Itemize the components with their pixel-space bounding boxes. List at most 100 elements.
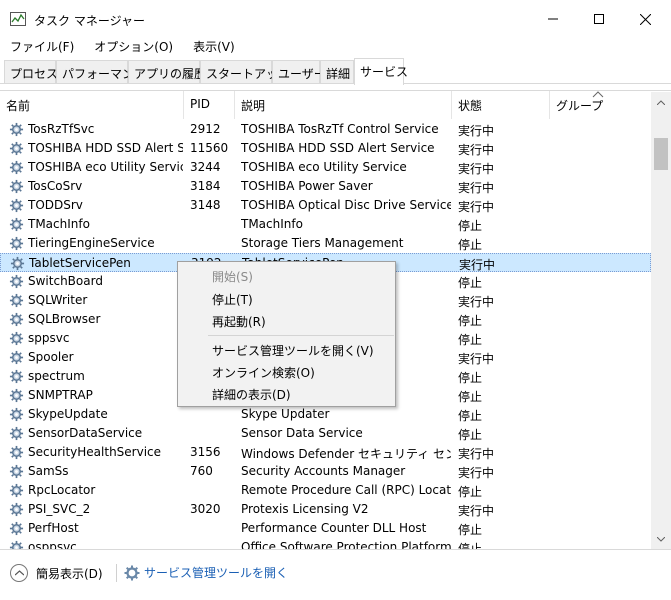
- table-row[interactable]: PSI_SVC_2 3020 Protexis Licensing V2 実行中: [0, 500, 651, 519]
- column-header-status[interactable]: 状態: [452, 91, 550, 119]
- tab-performance[interactable]: パフォーマンス: [56, 60, 146, 83]
- scroll-up-button[interactable]: [651, 94, 671, 110]
- service-pid: 3148: [190, 198, 221, 212]
- table-row[interactable]: TieringEngineService Storage Tiers Manage…: [0, 234, 651, 253]
- service-gear-icon: [9, 502, 24, 517]
- service-gear-icon: [9, 293, 24, 308]
- table-row[interactable]: PerfHost Performance Counter DLL Host 停止: [0, 519, 651, 538]
- service-status: 停止: [458, 542, 483, 549]
- tab-processes[interactable]: プロセス: [4, 60, 58, 83]
- service-name: TODDSrv: [28, 198, 83, 212]
- window-title: タスク マネージャー: [34, 14, 145, 28]
- table-row[interactable]: RpcLocator Remote Procedure Call (RPC) Lo…: [0, 481, 651, 500]
- service-status: 停止: [458, 333, 483, 347]
- service-status: 実行中: [459, 258, 496, 272]
- minimize-button[interactable]: [530, 0, 576, 38]
- service-gear-icon: [9, 350, 24, 365]
- context-item-restart[interactable]: 再起動(R): [212, 313, 266, 330]
- service-name: SNMPTRAP: [28, 388, 93, 402]
- table-row[interactable]: TMachInfo TMachInfo 停止: [0, 215, 651, 234]
- scroll-down-button[interactable]: [651, 531, 671, 547]
- table-row[interactable]: SamSs 760 Security Accounts Manager 実行中: [0, 462, 651, 481]
- table-row[interactable]: osppsvc Office Software Protection Platfo…: [0, 538, 651, 549]
- service-name: SkypeUpdate: [28, 407, 108, 421]
- chevron-down-icon: [657, 536, 665, 542]
- tab-startup[interactable]: スタートアップ: [200, 60, 290, 83]
- chevron-up-circle-icon: [10, 564, 28, 582]
- table-row[interactable]: TosRzTfSvc 2912 TOSHIBA TosRzTf Control Se…: [0, 120, 651, 139]
- chevron-up-icon: [657, 99, 665, 105]
- service-pid: 2912: [190, 122, 221, 136]
- service-name: sppsvc: [28, 331, 70, 345]
- service-pid: 3244: [190, 160, 221, 174]
- service-description: Remote Procedure Call (RPC) Locator: [241, 483, 451, 497]
- menu-file[interactable]: ファイル(F): [0, 36, 84, 56]
- context-item-stop[interactable]: 停止(T): [212, 291, 253, 308]
- service-status: 停止: [458, 238, 483, 252]
- service-status: 実行中: [458, 352, 495, 366]
- service-gear-icon: [9, 179, 24, 194]
- service-name: TieringEngineService: [28, 236, 155, 250]
- service-name: TabletServicePen: [29, 256, 131, 270]
- service-status: 停止: [458, 371, 483, 385]
- table-row[interactable]: TosCoSrv 3184 TOSHIBA Power Saver 実行中: [0, 177, 651, 196]
- open-services-link[interactable]: サービス管理ツールを開く: [124, 564, 288, 581]
- maximize-icon: [594, 14, 604, 24]
- scroll-thumb[interactable]: [654, 138, 668, 170]
- tab-details[interactable]: 詳細: [320, 60, 354, 83]
- table-row[interactable]: SensorDataService Sensor Data Service 停止: [0, 424, 651, 443]
- tab-bar: プロセス パフォーマンス アプリの履歴 スタートアップ ユーザー 詳細 サービス: [0, 58, 671, 85]
- context-item-search-online[interactable]: オンライン検索(O): [212, 364, 315, 381]
- table-row[interactable]: SecurityHealthService 3156 Windows Defende…: [0, 443, 651, 462]
- tab-app-history[interactable]: アプリの履歴: [128, 60, 206, 83]
- service-status: 実行中: [458, 295, 495, 309]
- table-row[interactable]: TOSHIBA eco Utility Service 3244 TOSHIBA e…: [0, 158, 651, 177]
- service-name: SQLWriter: [28, 293, 88, 307]
- fewer-details-button[interactable]: 簡易表示(D): [10, 564, 103, 582]
- service-description: Security Accounts Manager: [241, 464, 406, 478]
- service-pid: 3020: [190, 502, 221, 516]
- service-description: TOSHIBA TosRzTf Control Service: [241, 122, 439, 136]
- table-row[interactable]: TOSHIBA HDD SSD Alert Se... 11560 TOSHIBA …: [0, 139, 651, 158]
- close-button[interactable]: [622, 0, 668, 38]
- table-row[interactable]: SkypeUpdate Skype Updater 停止: [0, 405, 651, 424]
- column-header-pid[interactable]: PID: [184, 91, 235, 119]
- service-name: PerfHost: [28, 521, 79, 535]
- service-description: Sensor Data Service: [241, 426, 363, 440]
- service-status: 停止: [458, 276, 483, 290]
- service-gear-icon: [9, 464, 24, 479]
- context-item-open-services[interactable]: サービス管理ツールを開く(V): [212, 342, 374, 359]
- context-item-start[interactable]: 開始(S): [212, 268, 253, 285]
- service-name: Spooler: [28, 350, 74, 364]
- service-status: 実行中: [458, 143, 495, 157]
- footer-bar: 簡易表示(D) サービス管理ツールを開く: [0, 549, 671, 600]
- column-header-description[interactable]: 説明: [235, 91, 452, 119]
- service-name: SensorDataService: [28, 426, 143, 440]
- service-gear-icon: [9, 274, 24, 289]
- service-gear-icon: [9, 236, 24, 251]
- task-manager-icon: [10, 12, 26, 26]
- fewer-details-label: 簡易表示(D): [36, 566, 103, 581]
- tab-services[interactable]: サービス: [354, 58, 408, 85]
- column-header-name[interactable]: 名前: [0, 91, 184, 119]
- service-description: Skype Updater: [241, 407, 330, 421]
- context-item-go-to-details[interactable]: 詳細の表示(D): [212, 386, 291, 403]
- service-description: Storage Tiers Management: [241, 236, 404, 250]
- service-gear-icon: [9, 483, 24, 498]
- service-description: Performance Counter DLL Host: [241, 521, 427, 535]
- service-pid: 11560: [190, 141, 229, 155]
- maximize-button[interactable]: [576, 0, 622, 38]
- tab-users[interactable]: ユーザー: [272, 60, 326, 83]
- services-gear-icon: [124, 565, 140, 580]
- menu-options[interactable]: オプション(O): [84, 36, 183, 56]
- menu-view[interactable]: 表示(V): [183, 36, 245, 56]
- service-status: 停止: [458, 390, 483, 404]
- service-name: SwitchBoard: [28, 274, 103, 288]
- context-separator: [208, 335, 394, 336]
- service-gear-icon: [9, 521, 24, 536]
- table-row[interactable]: TODDSrv 3148 TOSHIBA Optical Disc Drive Se…: [0, 196, 651, 215]
- minimize-icon: [548, 18, 558, 20]
- service-gear-icon: [9, 369, 24, 384]
- vertical-scrollbar[interactable]: [651, 92, 671, 549]
- service-gear-icon: [9, 141, 24, 156]
